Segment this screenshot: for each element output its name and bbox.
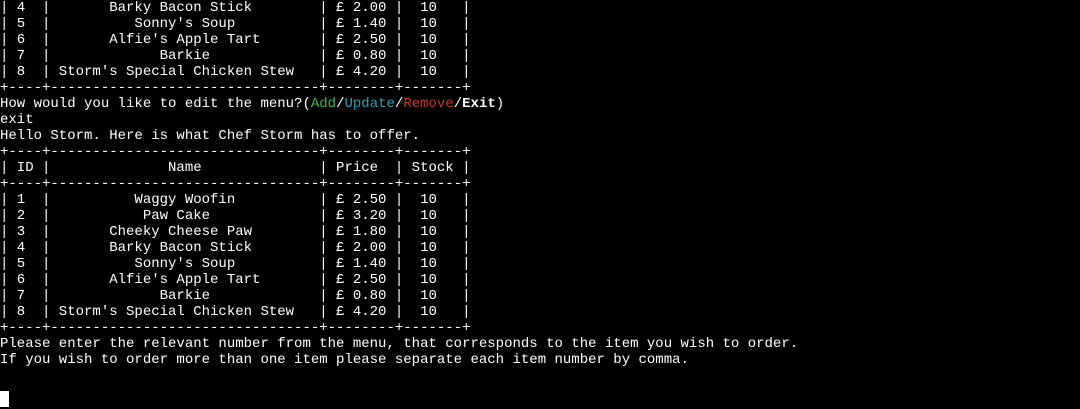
table-row: | 1 | Waggy Woofin | £ 2.50 | 10 | [0,192,471,208]
menu-row-8: | 8 | Storm's Special Chicken Stew | £ 4… [0,64,471,80]
table-row: | 2 | Paw Cake | £ 3.20 | 10 | [0,208,471,224]
table-border: +----+--------------------------------+-… [0,80,471,96]
prompt-separator: / [453,96,463,112]
table-row: | 3 | Cheeky Cheese Paw | £ 1.80 | 10 | [0,224,471,240]
text-cursor[interactable] [0,391,9,407]
table-border: +----+--------------------------------+-… [0,176,471,192]
prompt-suffix: ) [495,96,505,112]
table-row: | 4 | Barky Bacon Stick | £ 2.00 | 10 | [0,240,471,256]
table-border: +----+--------------------------------+-… [0,320,471,336]
menu-row-4: | 4 | Barky Bacon Stick | £ 2.00 | 10 | [0,0,471,16]
table-row: | 7 | Barkie | £ 0.80 | 10 | [0,288,471,304]
menu-row-6: | 6 | Alfie's Apple Tart | £ 2.50 | 10 | [0,32,471,48]
order-instruction: If you wish to order more than one item … [0,352,689,368]
table-row: | 6 | Alfie's Apple Tart | £ 2.50 | 10 | [0,272,471,288]
option-remove: Remove [403,96,454,112]
option-exit: Exit [462,96,496,112]
terminal-output[interactable]: | 4 | Barky Bacon Stick | £ 2.00 | 10 | … [0,0,1080,409]
option-update: Update [344,96,395,112]
table-row: | 8 | Storm's Special Chicken Stew | £ 4… [0,304,471,320]
table-header-row: | ID | Name | Price | Stock | [0,160,471,176]
table-row: | 5 | Sonny's Soup | £ 1.40 | 10 | [0,256,471,272]
edit-menu-prompt: How would you like to edit the menu?(Add… [0,96,1080,113]
menu-row-5: | 5 | Sonny's Soup | £ 1.40 | 10 | [0,16,471,32]
order-instruction: Please enter the relevant number from th… [0,336,799,352]
menu-row-7: | 7 | Barkie | £ 0.80 | 10 | [0,48,471,64]
greeting-text: Hello Storm. Here is what Chef Storm has… [0,128,421,144]
user-input-echo: exit [0,112,34,128]
prompt-prefix: How would you like to edit the menu?( [0,96,311,112]
option-add: Add [310,96,337,112]
table-border: +----+--------------------------------+-… [0,144,471,160]
